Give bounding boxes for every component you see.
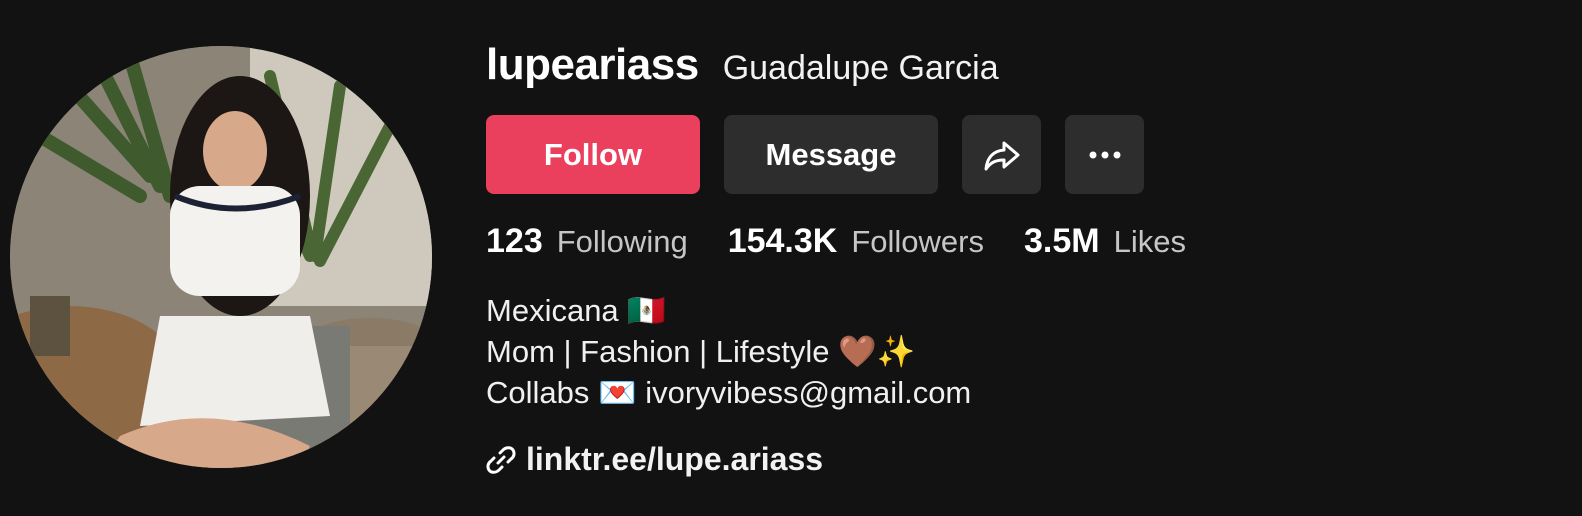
follow-button[interactable]: Follow xyxy=(486,115,700,194)
stat-label: Followers xyxy=(851,224,984,259)
share-icon xyxy=(984,141,1019,170)
stat-followers[interactable]: 154.3K Followers xyxy=(728,222,984,261)
more-options-button[interactable] xyxy=(1065,115,1144,194)
action-buttons: Follow Message xyxy=(486,115,1144,194)
message-button[interactable]: Message xyxy=(724,115,938,194)
stat-label: Following xyxy=(556,224,688,259)
more-icon xyxy=(1089,151,1120,158)
bio-line: Mom | Fashion | Lifestyle 🤎✨ xyxy=(486,334,916,369)
username: lupeariass xyxy=(486,40,699,89)
name-row: lupeariass Guadalupe Garcia xyxy=(486,40,999,90)
stat-following[interactable]: 123 Following xyxy=(486,222,688,261)
share-button[interactable] xyxy=(962,115,1041,194)
stat-label: Likes xyxy=(1113,224,1186,259)
stat-likes: 3.5M Likes xyxy=(1024,222,1186,261)
bio-line: Mexicana 🇲🇽 xyxy=(486,293,666,328)
profile-bio: Mexicana 🇲🇽 Mom | Fashion | Lifestyle 🤎✨… xyxy=(486,290,971,413)
display-name: Guadalupe Garcia xyxy=(722,49,999,87)
link-icon xyxy=(486,445,516,474)
avatar-photo xyxy=(10,46,432,468)
profile-info: lupeariass Guadalupe Garcia Follow Messa… xyxy=(486,0,1582,516)
stat-value: 123 xyxy=(486,222,543,260)
profile-link[interactable]: linktr.ee/lupe.ariass xyxy=(486,441,823,478)
bio-line: Collabs 💌 ivoryvibess@gmail.com xyxy=(486,375,972,410)
profile-stats: 123 Following 154.3K Followers 3.5M Like… xyxy=(486,222,1226,261)
link-text[interactable]: linktr.ee/lupe.ariass xyxy=(526,441,823,478)
stat-value: 3.5M xyxy=(1023,222,1100,260)
stat-value: 154.3K xyxy=(727,222,838,260)
profile-avatar[interactable] xyxy=(10,46,432,468)
